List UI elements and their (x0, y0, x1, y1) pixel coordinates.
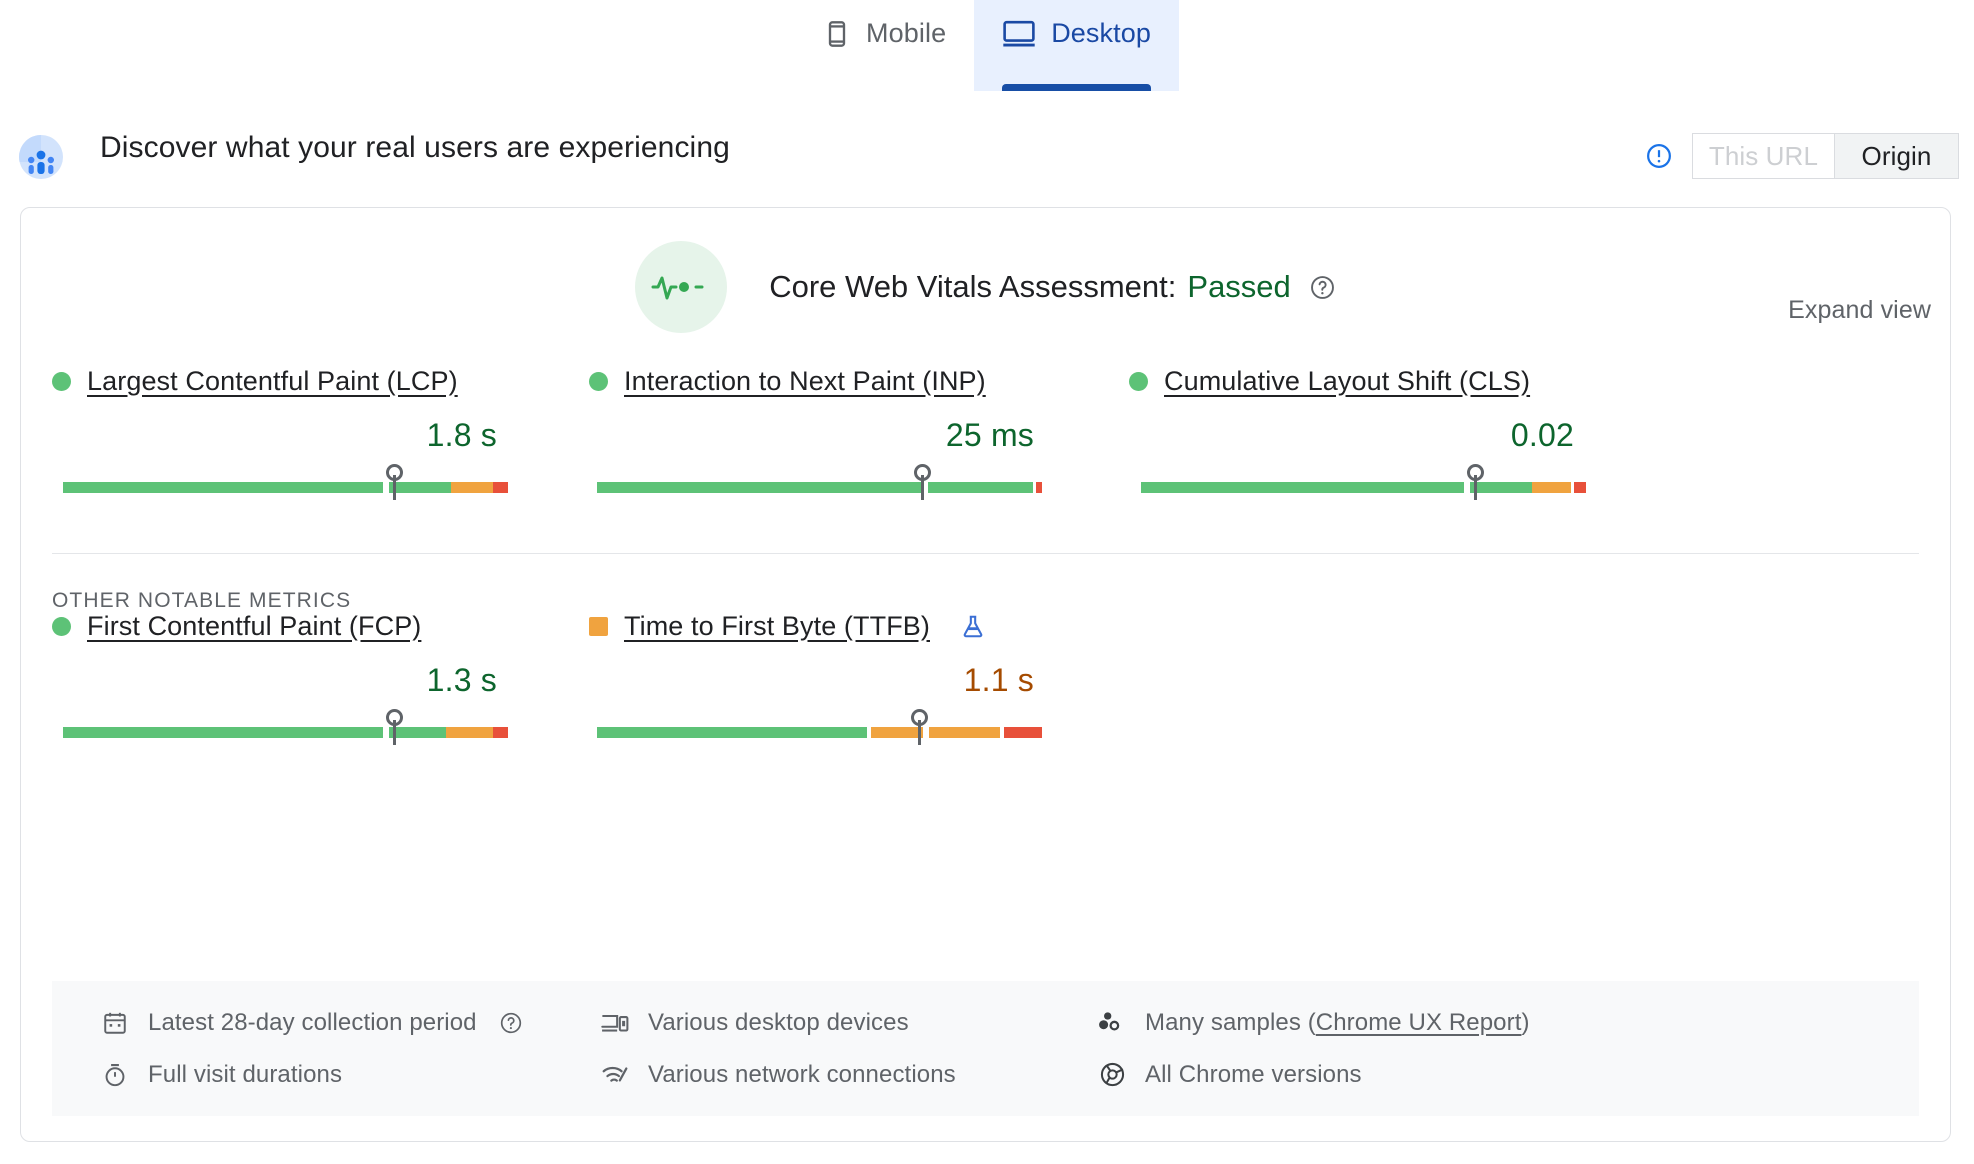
tab-desktop-label: Desktop (1051, 18, 1151, 48)
status-dot-good-icon (589, 371, 608, 391)
samples-dots-icon (1097, 1008, 1127, 1038)
metric-ttfb-name[interactable]: Time to First Byte (TTFB) (624, 611, 930, 642)
tab-desktop[interactable]: Desktop (974, 0, 1179, 91)
metric-inp-header: Interaction to Next Paint (INP) (589, 363, 1096, 399)
collection-info-footer: Latest 28-day collection period Full vis… (52, 981, 1919, 1116)
footer-chrome-versions-text: All Chrome versions (1145, 1060, 1362, 1088)
other-metrics-row: First Contentful Paint (FCP) 1.3 s Time … (21, 608, 1950, 745)
metric-fcp: First Contentful Paint (FCP) 1.3 s (52, 608, 559, 745)
field-data-globe-icon (18, 134, 64, 180)
metric-inp-bar (589, 464, 1096, 500)
metric-ttfb-bar (589, 709, 1096, 745)
footer-column-1: Latest 28-day collection period Full vis… (100, 1007, 600, 1091)
status-square-average-icon (589, 616, 608, 636)
metric-lcp: Largest Contentful Paint (LCP) 1.8 s (52, 363, 559, 500)
footer-network-text: Various network connections (648, 1060, 956, 1088)
network-signal-icon (600, 1060, 630, 1090)
status-dot-good-icon (1129, 371, 1148, 391)
metric-ttfb: Time to First Byte (TTFB) 1.1 s (589, 608, 1096, 745)
footer-item-network: Various network connections (600, 1059, 1097, 1091)
metric-fcp-value: 1.3 s (426, 662, 497, 698)
metric-lcp-name[interactable]: Largest Contentful Paint (LCP) (87, 366, 458, 397)
stopwatch-icon (100, 1060, 130, 1090)
metric-ttfb-header: Time to First Byte (TTFB) (589, 608, 1096, 644)
metric-lcp-bar (52, 464, 559, 500)
footer-column-3: Many samples (Chrome UX Report) All Chro… (1097, 1007, 1597, 1091)
metric-ttfb-value: 1.1 s (963, 662, 1034, 698)
tab-mobile-label: Mobile (866, 18, 947, 48)
chrome-logo-icon (1097, 1060, 1127, 1090)
pulse-heartbeat-icon (635, 241, 728, 333)
core-web-vitals-assessment-header: Core Web Vitals Assessment: Passed (21, 241, 1950, 333)
help-circle-icon[interactable] (1309, 274, 1336, 301)
footer-item-devices: Various desktop devices (600, 1007, 1097, 1039)
assessment-status: Passed (1187, 269, 1291, 304)
metric-inp-name[interactable]: Interaction to Next Paint (INP) (624, 366, 986, 397)
core-web-vitals-row: Largest Contentful Paint (LCP) 1.8 s Int… (21, 363, 1950, 500)
assessment-label: Core Web Vitals Assessment: (769, 269, 1177, 304)
scope-toggle-group: This URL Origin (1645, 133, 1959, 179)
expand-view-button[interactable]: Expand view (1788, 296, 1931, 325)
footer-item-collection-period: Latest 28-day collection period (100, 1007, 600, 1039)
metric-cls: Cumulative Layout Shift (CLS) 0.02 (1129, 363, 1636, 500)
help-circle-icon[interactable] (499, 1011, 523, 1035)
tab-active-underline (1002, 84, 1151, 91)
flask-beaker-icon (960, 613, 986, 640)
devices-icon (600, 1008, 630, 1038)
metric-cls-value: 0.02 (1510, 417, 1574, 453)
footer-collection-period-text: Latest 28-day collection period (148, 1008, 477, 1036)
metric-lcp-value: 1.8 s (426, 417, 497, 453)
calendar-icon (100, 1008, 130, 1038)
section-divider (52, 553, 1919, 554)
metric-inp-value: 25 ms (945, 417, 1034, 453)
footer-visit-durations-text: Full visit durations (148, 1060, 343, 1088)
tab-mobile[interactable]: Mobile (795, 0, 974, 91)
metric-cls-name[interactable]: Cumulative Layout Shift (CLS) (1164, 366, 1530, 397)
footer-samples-prefix: Many samples ( (1145, 1008, 1316, 1036)
footer-column-2: Various desktop devices Various network … (600, 1007, 1097, 1091)
mobile-phone-icon (823, 16, 851, 76)
footer-samples-suffix: ) (1521, 1008, 1530, 1036)
url-origin-toggle: This URL Origin (1691, 133, 1959, 179)
metric-fcp-bar (52, 709, 559, 745)
footer-item-samples: Many samples (Chrome UX Report) (1097, 1007, 1597, 1039)
metric-fcp-header: First Contentful Paint (FCP) (52, 608, 559, 644)
toggle-this-url[interactable]: This URL (1691, 133, 1834, 179)
metric-inp: Interaction to Next Paint (INP) 25 ms (589, 363, 1096, 500)
status-dot-good-icon (52, 371, 71, 391)
metric-placeholder (1129, 608, 1636, 743)
metric-fcp-name[interactable]: First Contentful Paint (FCP) (87, 611, 421, 642)
pagespeed-field-data-panel: Mobile Desktop Discover what your real u… (0, 0, 1974, 1164)
assessment-text: Core Web Vitals Assessment: Passed (769, 269, 1336, 305)
chrome-ux-report-link[interactable]: Chrome UX Report (1316, 1009, 1522, 1036)
device-tab-bar: Mobile Desktop (0, 0, 1974, 91)
page-title: Discover what your real users are experi… (100, 131, 730, 164)
footer-item-visit-durations: Full visit durations (100, 1059, 600, 1091)
metric-cls-bar (1129, 464, 1636, 500)
footer-item-chrome-versions: All Chrome versions (1097, 1059, 1597, 1091)
desktop-monitor-icon (1002, 19, 1036, 73)
toggle-origin[interactable]: Origin (1834, 133, 1959, 179)
metric-lcp-header: Largest Contentful Paint (LCP) (52, 363, 559, 399)
footer-devices-text: Various desktop devices (648, 1008, 909, 1036)
footer-samples-text: Many samples (Chrome UX Report) (1145, 1009, 1530, 1037)
status-dot-good-icon (52, 616, 71, 636)
info-circle-icon[interactable] (1645, 142, 1673, 170)
field-data-card: Core Web Vitals Assessment: Passed Expan… (20, 207, 1951, 1142)
metric-cls-header: Cumulative Layout Shift (CLS) (1129, 363, 1636, 399)
